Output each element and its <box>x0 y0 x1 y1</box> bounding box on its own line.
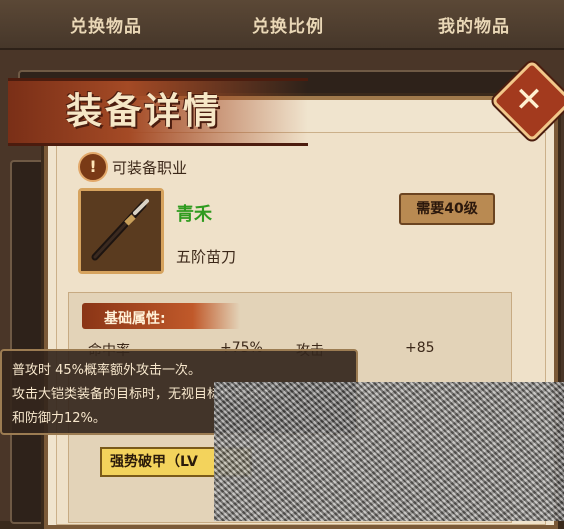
stat-value-attack: +85 <box>405 340 435 356</box>
equippable-job-label: 可装备职业 <box>112 159 188 177</box>
tab-exchange-ratio[interactable]: 兑换比例 <box>252 12 324 37</box>
warning-icon: ! <box>78 152 108 182</box>
tab-exchange-items[interactable]: 兑换物品 <box>70 12 142 37</box>
stats-title: 基础属性: <box>104 311 166 327</box>
item-name: 青禾 <box>176 204 212 225</box>
obscured-region <box>214 382 564 521</box>
item-slot[interactable] <box>78 188 164 274</box>
crossed-swords-close-icon[interactable]: ✕ <box>507 78 551 122</box>
tooltip-line-3: 和防御力12%。 <box>12 411 106 426</box>
top-tab-bar: 兑换物品 兑换比例 我的物品 <box>0 0 564 50</box>
item-type: 五阶苗刀 <box>176 248 237 266</box>
blade-item-icon <box>81 191 161 271</box>
modal-title: 装备详情 <box>66 90 223 132</box>
tooltip-line-1: 普攻时 45%概率额外攻击一次。 <box>12 363 202 378</box>
background-left-slots <box>10 160 44 524</box>
level-requirement-badge: 需要40级 <box>399 193 495 225</box>
tab-my-items[interactable]: 我的物品 <box>438 12 510 37</box>
